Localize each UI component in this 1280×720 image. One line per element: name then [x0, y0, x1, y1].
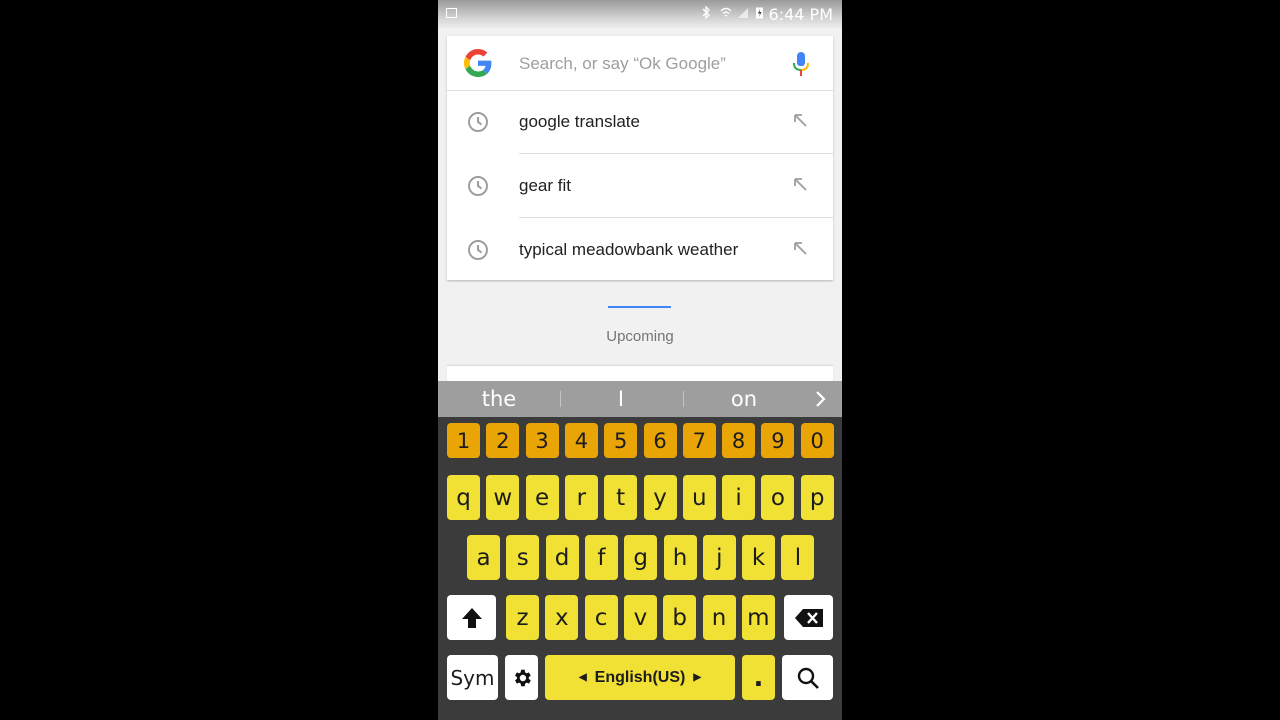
suggestion-text: typical meadowbank weather — [519, 240, 739, 259]
number-key[interactable]: 9 — [761, 423, 795, 458]
mic-icon[interactable] — [792, 51, 810, 77]
letter-key[interactable]: w — [486, 475, 520, 520]
backspace-key[interactable] — [784, 595, 833, 640]
letter-key[interactable]: j — [702, 535, 736, 580]
suggestion-item[interactable]: gear fit — [447, 154, 833, 218]
number-key[interactable]: 8 — [722, 423, 756, 458]
number-key[interactable]: 7 — [682, 423, 716, 458]
letter-key[interactable]: x — [545, 595, 579, 640]
period-key[interactable]: . — [742, 655, 775, 700]
shift-key[interactable] — [447, 595, 496, 640]
image-notification-icon — [446, 8, 457, 18]
letter-key[interactable]: l — [781, 535, 815, 580]
upcoming-label: Upcoming — [606, 328, 674, 345]
number-key[interactable]: 3 — [525, 423, 559, 458]
letter-key[interactable]: g — [624, 535, 658, 580]
number-key[interactable]: 0 — [800, 423, 834, 458]
suggestion-text: google translate — [519, 112, 640, 131]
history-clock-icon — [468, 112, 488, 132]
sym-key[interactable]: Sym — [447, 655, 498, 700]
search-input[interactable]: Search, or say “Ok Google” — [519, 54, 789, 74]
letter-key[interactable]: v — [623, 595, 657, 640]
gear-icon — [514, 669, 531, 686]
prediction-bar: the I on — [438, 381, 842, 417]
search-icon — [797, 667, 819, 689]
letter-key[interactable]: y — [643, 475, 677, 520]
backspace-icon — [794, 608, 823, 627]
letter-key[interactable]: d — [545, 535, 579, 580]
letter-key[interactable]: p — [800, 475, 834, 520]
number-key[interactable]: 1 — [447, 423, 480, 458]
shift-icon — [461, 607, 482, 628]
letter-key[interactable]: s — [506, 535, 540, 580]
prediction-separator — [683, 391, 684, 407]
number-key[interactable]: 5 — [604, 423, 638, 458]
space-key-label: English(US) — [594, 668, 686, 686]
upcoming-indicator — [608, 306, 671, 308]
battery-charging-icon — [756, 7, 763, 19]
letter-key[interactable]: n — [702, 595, 736, 640]
letter-key[interactable]: c — [584, 595, 618, 640]
status-bar: 6:44 PM — [438, 0, 842, 28]
number-key[interactable]: 6 — [643, 423, 677, 458]
prediction-separator — [560, 391, 561, 407]
google-logo-icon — [464, 49, 492, 77]
space-key[interactable]: ◀ English(US) ▶ — [545, 655, 735, 700]
letter-key[interactable]: a — [467, 535, 500, 580]
search-card: Search, or say “Ok Google” google transl… — [447, 36, 833, 280]
settings-key[interactable] — [505, 655, 538, 700]
search-key[interactable] — [782, 655, 833, 700]
letter-key[interactable]: t — [604, 475, 638, 520]
letter-key[interactable]: r — [564, 475, 598, 520]
prediction-word[interactable]: on — [694, 387, 794, 411]
signal-icon — [738, 8, 748, 18]
history-clock-icon — [468, 176, 488, 196]
chevron-right-icon[interactable] — [814, 388, 828, 410]
search-bar[interactable]: Search, or say “Ok Google” — [447, 36, 833, 91]
letter-key[interactable]: e — [525, 475, 559, 520]
suggestion-item[interactable]: typical meadowbank weather — [447, 218, 833, 280]
prediction-word[interactable]: I — [571, 387, 671, 411]
letter-key[interactable]: h — [663, 535, 697, 580]
phone-screen: 6:44 PM Search, or say “Ok Google” googl… — [438, 0, 842, 720]
letter-key[interactable]: m — [741, 595, 775, 640]
letter-key[interactable]: i — [722, 475, 756, 520]
letter-key[interactable]: o — [761, 475, 795, 520]
bluetooth-icon — [702, 6, 710, 19]
letter-key[interactable]: q — [447, 475, 480, 520]
suggestion-item[interactable]: google translate — [447, 90, 833, 154]
number-key[interactable]: 4 — [564, 423, 598, 458]
letter-key[interactable]: u — [682, 475, 716, 520]
caret-right-icon: ▶ — [693, 672, 702, 683]
status-time: 6:44 PM — [768, 5, 833, 24]
history-clock-icon — [468, 240, 488, 260]
suggestion-text: gear fit — [519, 176, 571, 195]
letter-key[interactable]: k — [742, 535, 776, 580]
number-key[interactable]: 2 — [486, 423, 520, 458]
letter-key[interactable]: f — [584, 535, 618, 580]
keyboard: 1234567890 qwertyuiop asdfghjkl zxcvbnm … — [438, 417, 842, 720]
insert-arrow-icon[interactable] — [792, 176, 808, 192]
wifi-icon — [720, 7, 732, 17]
insert-arrow-icon[interactable] — [792, 240, 808, 256]
caret-left-icon: ◀ — [578, 672, 587, 683]
insert-arrow-icon[interactable] — [792, 112, 808, 128]
prediction-word[interactable]: the — [449, 387, 549, 411]
letter-key[interactable]: z — [506, 595, 539, 640]
letter-key[interactable]: b — [663, 595, 697, 640]
